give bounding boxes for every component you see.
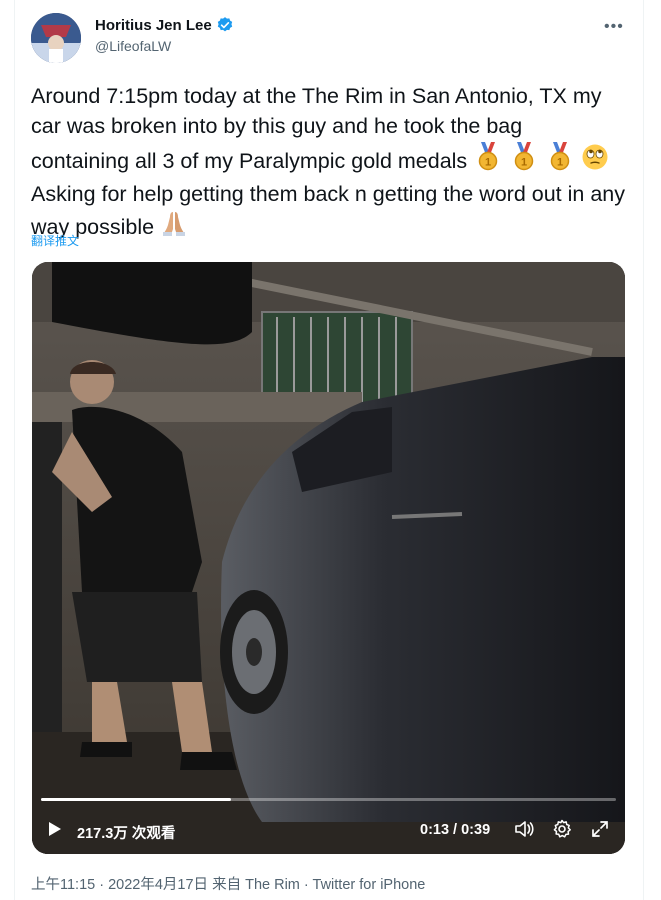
more-options-icon[interactable]: ••• [604, 18, 624, 36]
view-count: 217.3万 次观看 [77, 826, 176, 842]
svg-text:1: 1 [521, 157, 527, 169]
verified-badge-icon [217, 17, 232, 32]
tweet-text: Around 7:15pm today at the The Rim in Sa… [31, 82, 626, 246]
video-frame [32, 262, 625, 854]
avatar[interactable] [31, 13, 81, 63]
folded-hands-icon [160, 209, 188, 246]
author-name[interactable]: Horitius Jen Lee [95, 17, 212, 34]
settings-icon[interactable] [552, 819, 572, 839]
play-icon[interactable] [48, 821, 62, 837]
video-progress-bar[interactable] [41, 798, 616, 801]
video-time: 0:13 / 0:39 [420, 822, 491, 838]
tweet-text-part-2: Asking for help getting them back n gett… [31, 181, 626, 240]
author-name-row[interactable]: Horitius Jen Lee [95, 16, 234, 34]
translate-tweet-link[interactable]: 翻译推文 [31, 232, 79, 249]
video-controls: 217.3万 次观看 0:13 / 0:39 [32, 814, 625, 844]
face-with-rolling-eyes-icon [581, 143, 609, 180]
svg-text:1: 1 [557, 157, 563, 169]
video-progress-fill [41, 798, 231, 801]
tweet-meta[interactable]: 上午11:15 · 2022年4月17日 来自 The Rim · Twitte… [31, 873, 425, 894]
author-handle[interactable]: @LifeofaLW [95, 38, 171, 54]
gold-medal-icon: 1 [509, 141, 539, 180]
fullscreen-icon[interactable] [590, 819, 610, 839]
video-player[interactable]: 217.3万 次观看 0:13 / 0:39 [32, 262, 625, 854]
svg-text:1: 1 [485, 157, 491, 169]
volume-icon[interactable] [514, 819, 534, 839]
gold-medal-icon: 1 [473, 141, 503, 180]
gold-medal-icon: 1 [545, 141, 575, 180]
